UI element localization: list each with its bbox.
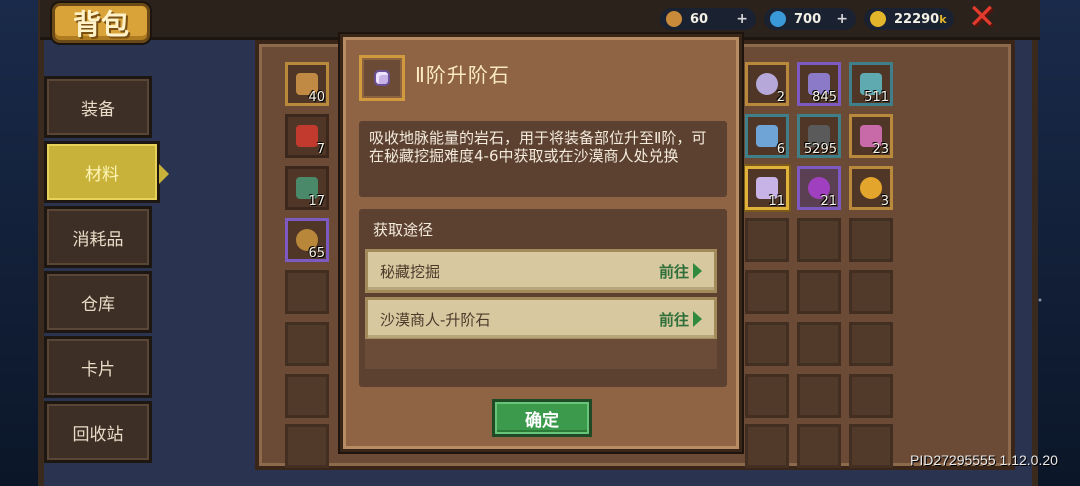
inventory-slot-empty[interactable]	[797, 218, 841, 262]
resource-value: 22290	[894, 11, 940, 27]
inventory-slot[interactable]: 65	[285, 218, 329, 262]
resource-currency-2: 700 +	[764, 8, 856, 30]
blue-scroll-icon	[756, 125, 778, 147]
item-quantity: 21	[820, 194, 837, 209]
inventory-slot-empty[interactable]	[285, 424, 329, 468]
add-currency-1-button[interactable]: +	[736, 11, 748, 27]
inventory-slot[interactable]: 6	[745, 114, 789, 158]
gold-coin-icon	[870, 11, 886, 27]
item-quantity: 65	[308, 246, 325, 261]
go-button[interactable]: 前往	[659, 261, 702, 282]
add-currency-2-button[interactable]: +	[836, 11, 848, 27]
source-row-hidden-dig[interactable]: 秘藏挖掘 前往	[365, 249, 717, 293]
page-title: 背包	[52, 3, 150, 43]
tab-cards[interactable]: 卡片	[44, 336, 152, 398]
tab-consumables[interactable]: 消耗品	[44, 206, 152, 268]
version-label: PID27295555 1.12.0.20	[910, 452, 1058, 468]
resource-value: 60	[690, 11, 709, 27]
gold-planet-icon	[860, 177, 882, 199]
tab-equipment[interactable]: 装备	[44, 76, 152, 138]
inventory-slot-empty[interactable]	[797, 424, 841, 468]
inventory-slot[interactable]: 21	[797, 166, 841, 210]
inventory-slot-empty[interactable]	[849, 270, 893, 314]
item-quantity: 7	[316, 142, 325, 157]
item-quantity: 3	[880, 194, 889, 209]
resource-gold: 22290 k	[864, 8, 954, 30]
inventory-slot-selected[interactable]: 11	[745, 166, 789, 210]
inventory-slot[interactable]: 845	[797, 62, 841, 106]
resource-value: 700	[794, 11, 822, 27]
inventory-slot-empty[interactable]	[849, 322, 893, 366]
item-quantity: 17	[308, 194, 325, 209]
resource-suffix: k	[939, 12, 947, 26]
inventory-slot[interactable]: 17	[285, 166, 329, 210]
item-quantity: 23	[872, 142, 889, 157]
inventory-slot[interactable]: 7	[285, 114, 329, 158]
source-row-desert-merchant[interactable]: 沙漠商人-升阶石 前往	[365, 297, 717, 341]
close-x-icon[interactable]: ✕	[966, 0, 998, 34]
source-label: 沙漠商人-升阶石	[380, 310, 491, 329]
tab-recycle-bin[interactable]: 回收站	[44, 401, 152, 463]
item-quantity: 6	[776, 142, 785, 157]
inventory-slot-empty[interactable]	[285, 374, 329, 418]
source-section: 获取途径 秘藏挖掘 前往 沙漠商人-升阶石 前往	[359, 209, 727, 387]
pearl-icon	[756, 73, 778, 95]
inventory-slot-empty[interactable]	[745, 218, 789, 262]
item-quantity: 845	[812, 90, 837, 105]
item-quantity: 5295	[803, 142, 837, 157]
inventory-slot-empty[interactable]	[797, 270, 841, 314]
inventory-slot[interactable]: 23	[849, 114, 893, 158]
inventory-slot-empty[interactable]	[797, 374, 841, 418]
inventory-slot-empty[interactable]	[745, 374, 789, 418]
inventory-slot[interactable]: 3	[849, 166, 893, 210]
play-arrow-icon	[693, 263, 702, 279]
blue-gem-icon	[770, 11, 786, 27]
tab-materials[interactable]: 材料	[44, 141, 169, 203]
inventory-slot[interactable]: 511	[849, 62, 893, 106]
inventory-slot[interactable]: 2	[745, 62, 789, 106]
inventory-slot-empty[interactable]	[745, 270, 789, 314]
source-title: 获取途径	[373, 221, 434, 239]
red-crystal-icon	[296, 125, 318, 147]
item-detail-dialog: Ⅱ阶升阶石 吸收地脉能量的岩石，用于将装备部位升至Ⅱ阶，可在秘藏挖掘难度4-6中…	[340, 34, 742, 452]
inventory-slot[interactable]: 5295	[797, 114, 841, 158]
source-label: 秘藏挖掘	[380, 262, 441, 281]
source-row-empty	[365, 339, 717, 369]
item-icon-frame	[359, 55, 405, 101]
item-description: 吸收地脉能量的岩石，用于将装备部位升至Ⅱ阶，可在秘藏挖掘难度4-6中获取或在沙漠…	[359, 121, 727, 197]
item-quantity: 11	[768, 194, 785, 209]
inventory-slot-empty[interactable]	[849, 374, 893, 418]
item-quantity: 40	[308, 90, 325, 105]
item-quantity: 2	[776, 90, 785, 105]
inventory-slot-empty[interactable]	[797, 322, 841, 366]
item-quantity: 511	[864, 90, 889, 105]
go-label: 前往	[658, 262, 689, 281]
tab-warehouse[interactable]: 仓库	[44, 271, 152, 333]
confirm-button[interactable]: 确定	[492, 399, 592, 437]
go-label: 前往	[658, 310, 689, 329]
bag-coin-icon	[666, 11, 682, 27]
inventory-slot-empty[interactable]	[849, 218, 893, 262]
play-arrow-icon	[693, 311, 702, 327]
inventory-slot[interactable]: 40	[285, 62, 329, 106]
inventory-slot-empty[interactable]	[849, 424, 893, 468]
inventory-slot-empty[interactable]	[745, 424, 789, 468]
go-button[interactable]: 前往	[659, 309, 702, 330]
upgrade-stone-icon	[374, 70, 390, 86]
inventory-slot-empty[interactable]	[285, 322, 329, 366]
item-title: Ⅱ阶升阶石	[415, 63, 510, 87]
inventory-slot-empty[interactable]	[745, 322, 789, 366]
inventory-slot-empty[interactable]	[285, 270, 329, 314]
resource-currency-1: 60 +	[660, 8, 756, 30]
